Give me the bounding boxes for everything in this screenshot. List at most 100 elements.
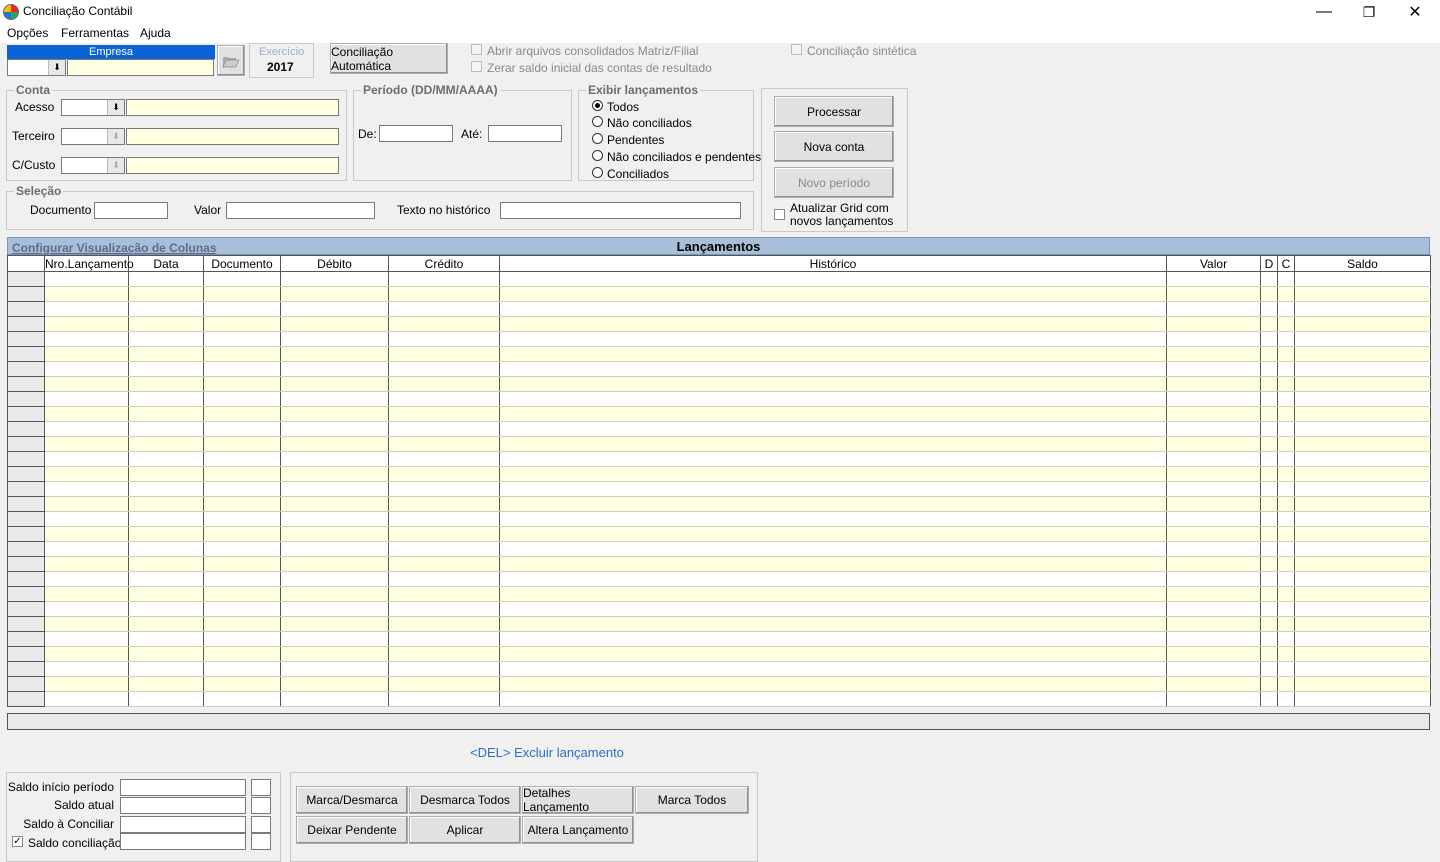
table-cell[interactable] (203, 601, 281, 617)
table-cell[interactable] (1166, 511, 1261, 527)
table-row[interactable] (7, 631, 1431, 647)
radio-pendentes[interactable] (592, 133, 603, 144)
table-cell[interactable] (1294, 451, 1431, 467)
row-selector-cell[interactable] (7, 511, 45, 527)
table-cell[interactable] (1166, 466, 1261, 482)
table-cell[interactable] (128, 676, 204, 692)
row-selector-cell[interactable] (7, 586, 45, 602)
row-selector-cell[interactable] (7, 391, 45, 407)
table-row[interactable] (7, 601, 1431, 617)
table-cell[interactable] (280, 631, 389, 647)
table-cell[interactable] (203, 526, 281, 542)
table-cell[interactable] (388, 556, 500, 572)
table-cell[interactable] (1260, 436, 1278, 452)
table-cell[interactable] (280, 466, 389, 482)
dropdown-arrow-icon[interactable]: ⬇ (107, 100, 124, 115)
table-cell[interactable] (1294, 691, 1431, 707)
col-historico[interactable]: Histórico (499, 255, 1167, 272)
table-cell[interactable] (1166, 346, 1261, 362)
table-cell[interactable] (1277, 286, 1295, 302)
row-selector-cell[interactable] (7, 616, 45, 632)
table-cell[interactable] (1294, 511, 1431, 527)
row-selector-cell[interactable] (7, 301, 45, 317)
row-selector-cell[interactable] (7, 406, 45, 422)
table-cell[interactable] (203, 346, 281, 362)
row-selector-cell[interactable] (7, 571, 45, 587)
table-cell[interactable] (128, 391, 204, 407)
table-cell[interactable] (1166, 571, 1261, 587)
table-cell[interactable] (203, 376, 281, 392)
table-cell[interactable] (499, 301, 1167, 317)
table-cell[interactable] (44, 466, 129, 482)
table-cell[interactable] (280, 346, 389, 362)
table-row[interactable] (7, 436, 1431, 452)
table-cell[interactable] (44, 451, 129, 467)
terceiro-name-field[interactable] (126, 128, 339, 145)
table-cell[interactable] (203, 316, 281, 332)
table-cell[interactable] (1277, 571, 1295, 587)
table-row[interactable] (7, 481, 1431, 497)
table-cell[interactable] (499, 451, 1167, 467)
table-cell[interactable] (280, 376, 389, 392)
table-cell[interactable] (280, 661, 389, 677)
table-cell[interactable] (128, 631, 204, 647)
table-cell[interactable] (388, 571, 500, 587)
table-cell[interactable] (1166, 406, 1261, 422)
table-cell[interactable] (44, 436, 129, 452)
table-cell[interactable] (1166, 676, 1261, 692)
table-cell[interactable] (203, 451, 281, 467)
table-cell[interactable] (128, 466, 204, 482)
table-cell[interactable] (1277, 316, 1295, 332)
table-row[interactable] (7, 571, 1431, 587)
table-cell[interactable] (388, 286, 500, 302)
table-cell[interactable] (1277, 481, 1295, 497)
table-cell[interactable] (203, 361, 281, 377)
table-cell[interactable] (128, 526, 204, 542)
table-cell[interactable] (1260, 361, 1278, 377)
table-row[interactable] (7, 271, 1431, 287)
table-cell[interactable] (280, 676, 389, 692)
atualizar-grid-checkbox[interactable] (774, 209, 785, 220)
table-cell[interactable] (280, 586, 389, 602)
table-cell[interactable] (203, 286, 281, 302)
table-cell[interactable] (1260, 271, 1278, 287)
col-saldo[interactable]: Saldo (1294, 255, 1431, 272)
table-cell[interactable] (1166, 496, 1261, 512)
table-cell[interactable] (1166, 661, 1261, 677)
table-cell[interactable] (128, 361, 204, 377)
aplicar-button[interactable]: Aplicar (409, 816, 521, 844)
table-cell[interactable] (1166, 271, 1261, 287)
table-cell[interactable] (1294, 466, 1431, 482)
row-selector-cell[interactable] (7, 526, 45, 542)
table-cell[interactable] (499, 526, 1167, 542)
table-cell[interactable] (388, 631, 500, 647)
table-cell[interactable] (1166, 526, 1261, 542)
table-cell[interactable] (128, 511, 204, 527)
table-cell[interactable] (128, 586, 204, 602)
table-row[interactable] (7, 616, 1431, 632)
radio-pendentes-label[interactable]: Pendentes (607, 133, 664, 147)
table-row[interactable] (7, 391, 1431, 407)
table-cell[interactable] (1277, 496, 1295, 512)
documento-field[interactable] (94, 202, 168, 219)
table-cell[interactable] (1166, 391, 1261, 407)
acesso-name-field[interactable] (126, 99, 339, 116)
row-selector-cell[interactable] (7, 646, 45, 662)
table-cell[interactable] (499, 511, 1167, 527)
table-cell[interactable] (128, 691, 204, 707)
table-cell[interactable] (1277, 436, 1295, 452)
table-cell[interactable] (499, 421, 1167, 437)
table-cell[interactable] (499, 481, 1167, 497)
table-cell[interactable] (1260, 376, 1278, 392)
table-cell[interactable] (1260, 586, 1278, 602)
valor-field[interactable] (226, 202, 375, 219)
texto-historico-field[interactable] (500, 202, 741, 219)
table-row[interactable] (7, 511, 1431, 527)
table-row[interactable] (7, 691, 1431, 707)
table-cell[interactable] (1294, 301, 1431, 317)
table-cell[interactable] (1166, 376, 1261, 392)
table-cell[interactable] (499, 541, 1167, 557)
table-cell[interactable] (203, 616, 281, 632)
table-cell[interactable] (1260, 646, 1278, 662)
table-row[interactable] (7, 661, 1431, 677)
